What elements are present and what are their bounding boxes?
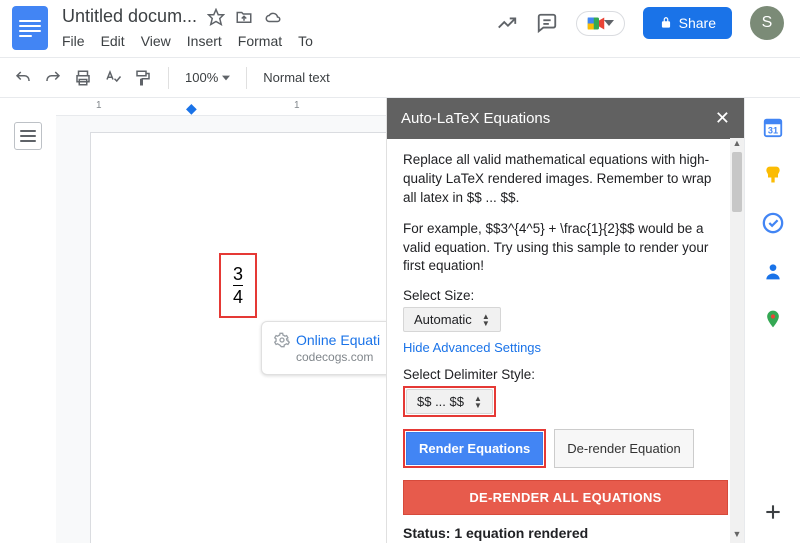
add-addon-icon[interactable]	[762, 501, 784, 523]
menu-format[interactable]: Format	[238, 33, 282, 49]
fraction-numerator: 3	[233, 265, 243, 283]
tasks-icon[interactable]	[762, 212, 784, 234]
cloud-status-icon[interactable]	[263, 8, 283, 26]
stepper-arrows-icon: ▲▼	[474, 395, 482, 409]
close-icon[interactable]: ✕	[715, 108, 730, 129]
size-select-value: Automatic	[414, 312, 472, 327]
meet-button[interactable]	[576, 11, 625, 36]
ruler-label: 1	[294, 100, 300, 111]
sidepanel-scrollbar[interactable]: ▲ ▼	[730, 138, 744, 543]
move-folder-icon[interactable]	[235, 8, 253, 26]
comment-history-icon[interactable]	[536, 12, 558, 34]
status-label: Status:	[403, 525, 454, 541]
zoom-value: 100%	[185, 70, 218, 85]
style-name-value: Normal text	[263, 70, 329, 85]
derender-all-button[interactable]: DE-RENDER ALL EQUATIONS	[403, 480, 728, 515]
paint-format-icon[interactable]	[134, 69, 152, 87]
menu-bar: File Edit View Insert Format To	[62, 27, 313, 57]
contacts-icon[interactable]	[762, 260, 784, 282]
derender-equation-button[interactable]: De-render Equation	[554, 429, 693, 468]
undo-icon[interactable]	[14, 69, 32, 87]
menu-file[interactable]: File	[62, 33, 85, 49]
outline-column	[0, 98, 56, 543]
header-right: Share S	[496, 6, 788, 40]
star-icon[interactable]	[207, 8, 225, 26]
ruler-label: 1	[96, 100, 102, 111]
stepper-arrows-icon: ▲▼	[482, 313, 490, 327]
menu-insert[interactable]: Insert	[187, 33, 222, 49]
link-title: Online Equati	[296, 332, 380, 348]
gear-icon	[274, 332, 290, 348]
link-domain: codecogs.com	[296, 350, 386, 364]
outline-toggle-icon[interactable]	[14, 122, 42, 150]
document-title[interactable]: Untitled docum...	[62, 6, 197, 27]
menu-view[interactable]: View	[141, 33, 171, 49]
delimiter-label: Select Delimiter Style:	[403, 367, 728, 382]
menu-tools[interactable]: To	[298, 33, 313, 49]
delimiter-select[interactable]: $$ ... $$ ▲▼	[406, 389, 493, 414]
calendar-icon[interactable]: 31	[762, 116, 784, 138]
sidepanel-example: For example, $$3^{4^5} + \frac{1}{2}$$ w…	[403, 220, 728, 277]
sidepanel-body: Replace all valid mathematical equations…	[387, 139, 744, 543]
spellcheck-icon[interactable]	[104, 69, 122, 87]
rendered-equation[interactable]: 3 4	[219, 253, 257, 318]
fraction-denominator: 4	[233, 288, 243, 306]
share-button[interactable]: Share	[643, 7, 732, 39]
render-equations-button[interactable]: Render Equations	[406, 432, 543, 465]
addon-sidepanel: Auto-LaTeX Equations ✕ Replace all valid…	[386, 98, 744, 543]
keep-icon[interactable]	[762, 164, 784, 186]
sidepanel-intro: Replace all valid mathematical equations…	[403, 151, 728, 208]
delimiter-select-value: $$ ... $$	[417, 394, 464, 409]
zoom-selector[interactable]: 100%	[185, 70, 230, 85]
menu-edit[interactable]: Edit	[101, 33, 125, 49]
right-rail: 31	[744, 98, 800, 543]
status-line: Status: 1 equation rendered	[403, 525, 728, 541]
scroll-down-icon[interactable]: ▼	[730, 529, 744, 543]
toolbar: 100% Normal text	[0, 58, 800, 98]
size-label: Select Size:	[403, 288, 728, 303]
print-icon[interactable]	[74, 69, 92, 87]
paragraph-style-selector[interactable]: Normal text	[263, 70, 329, 85]
app-header: Untitled docum... File Edit View Insert …	[0, 0, 800, 58]
document-page[interactable]: 3 4 Online Equati codecogs.com	[90, 132, 386, 543]
indent-marker-icon[interactable]: ◆	[186, 100, 197, 117]
sidepanel-header: Auto-LaTeX Equations ✕	[387, 98, 744, 139]
docs-logo-icon[interactable]	[12, 6, 48, 50]
maps-icon[interactable]	[762, 308, 784, 330]
title-and-menu: Untitled docum... File Edit View Insert …	[62, 6, 313, 57]
caret-down-icon	[604, 18, 614, 28]
redo-icon[interactable]	[44, 69, 62, 87]
svg-text:31: 31	[767, 125, 777, 135]
link-preview-card[interactable]: Online Equati codecogs.com	[261, 321, 386, 375]
advanced-settings-link[interactable]: Hide Advanced Settings	[403, 340, 541, 355]
size-select[interactable]: Automatic ▲▼	[403, 307, 501, 332]
sidepanel-title: Auto-LaTeX Equations	[401, 110, 550, 127]
scroll-up-icon[interactable]: ▲	[730, 138, 744, 152]
scroll-thumb[interactable]	[732, 152, 742, 212]
status-value: 1 equation rendered	[454, 525, 588, 541]
horizontal-ruler[interactable]: 1 ◆ 1	[56, 98, 386, 116]
account-avatar[interactable]: S	[750, 6, 784, 40]
share-button-label: Share	[679, 15, 716, 31]
trend-icon[interactable]	[496, 12, 518, 34]
document-column: 1 ◆ 1 3 4 Online Equati codecogs.com	[56, 98, 386, 543]
